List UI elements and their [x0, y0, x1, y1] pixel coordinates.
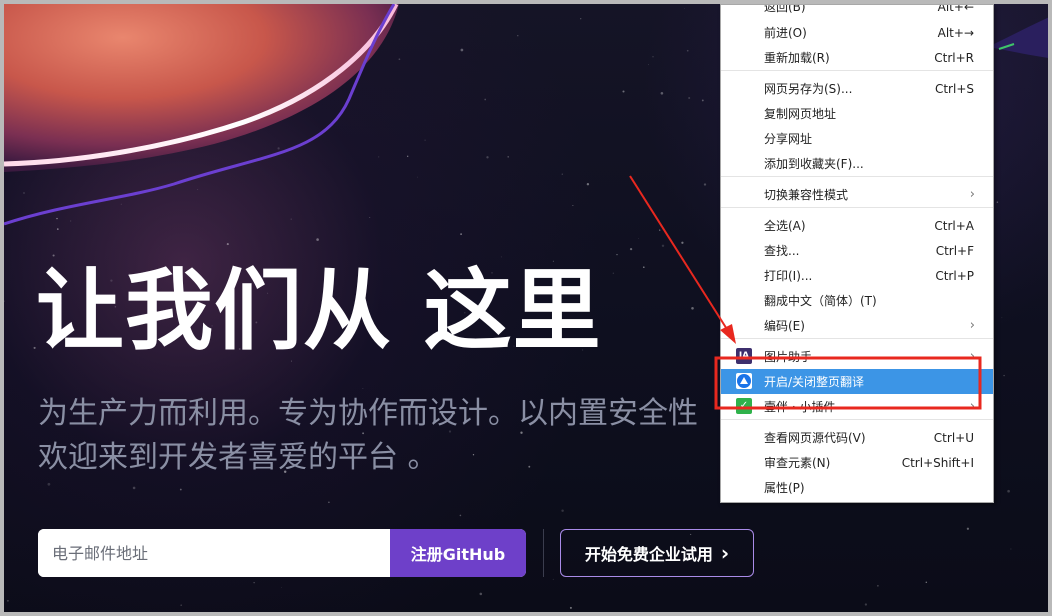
context-menu-item-page-translate[interactable]: 开启/关闭整页翻译: [721, 369, 993, 394]
menu-item-label: 复制网页地址: [764, 107, 837, 121]
menu-separator: [721, 338, 993, 339]
cta-divider: [543, 529, 544, 577]
enterprise-trial-button[interactable]: 开始免费企业试用 ›: [560, 529, 754, 577]
menu-item-label: 重新加载(R): [764, 51, 830, 65]
menu-item-shortcut: Ctrl+R: [934, 50, 974, 65]
menu-item-label: 添加到收藏夹(F)...: [764, 157, 864, 171]
menu-item-shortcut: Ctrl+A: [934, 218, 974, 233]
menu-item-label: 编码(E): [764, 319, 805, 333]
star: [310, 613, 311, 614]
menu-item-label: 网页另存为(S)...: [764, 82, 853, 96]
menu-item-label: 图片助手: [764, 350, 813, 364]
context-menu-item-view-source[interactable]: 查看网页源代码(V) Ctrl+U: [721, 425, 993, 450]
enterprise-trial-label: 开始免费企业试用: [584, 545, 713, 564]
context-menu-item-reload[interactable]: 重新加载(R) Ctrl+R: [721, 45, 993, 70]
signup-form: 注册GitHub: [38, 529, 526, 577]
hero-subtitle-line-2: 欢迎来到开发者喜爱的平台 。: [38, 440, 438, 475]
context-menu-item-select-all[interactable]: 全选(A) Ctrl+A: [721, 213, 993, 238]
menu-separator: [721, 419, 993, 420]
menu-item-label: 前进(O): [764, 26, 807, 40]
menu-item-label: 查找...: [764, 244, 800, 258]
menu-separator: [721, 207, 993, 208]
browser-viewport: 让我们从 这里 为生产力而利用。专为协作而设计。以内置安全性 欢迎来到开发者喜爱…: [0, 0, 1052, 616]
context-menu-item-share-url[interactable]: 分享网址: [721, 126, 993, 151]
context-menu-item-save-as[interactable]: 网页另存为(S)... Ctrl+S: [721, 76, 993, 101]
menu-item-shortcut: Alt+←: [937, 4, 974, 14]
menu-item-shortcut: Ctrl+F: [935, 243, 974, 258]
menu-item-label: 审查元素(N): [764, 456, 831, 470]
context-menu-item-compat-mode[interactable]: 切换兼容性模式 ›: [721, 182, 993, 207]
menu-item-label: 全选(A): [764, 219, 806, 233]
menu-item-label: 翻成中文（简体）(T): [764, 294, 877, 308]
menu-item-shortcut: Ctrl+U: [933, 430, 974, 445]
menu-item-label: 属性(P): [764, 481, 805, 495]
email-input[interactable]: [38, 529, 390, 577]
plugin-icon: ✓: [736, 398, 752, 414]
menu-item-shortcut: Ctrl+Shift+I: [901, 455, 974, 470]
menu-item-label: 壹伴 · 小插件: [764, 400, 836, 414]
context-menu: 返回(B) Alt+← 前进(O) Alt+→ 重新加载(R) Ctrl+R 网页另存为(S…: [720, 4, 994, 503]
context-menu-item-forward[interactable]: 前进(O) Alt+→: [721, 20, 993, 45]
context-menu-item-properties[interactable]: 属性(P): [721, 475, 993, 500]
menu-item-label: 返回(B): [764, 4, 806, 14]
context-menu-item-add-favorite[interactable]: 添加到收藏夹(F)...: [721, 151, 993, 176]
submenu-arrow-icon: ›: [969, 399, 975, 414]
menu-item-label: 打印(I)...: [764, 269, 813, 283]
submenu-arrow-icon: ›: [969, 349, 975, 364]
context-menu-item-image-helper[interactable]: IA 图片助手 ›: [721, 344, 993, 369]
menu-item-label: 开启/关闭整页翻译: [764, 375, 865, 389]
submenu-arrow-icon: ›: [969, 318, 975, 333]
context-menu-item-print[interactable]: 打印(I)... Ctrl+P: [721, 263, 993, 288]
chevron-right-icon: ›: [720, 541, 730, 565]
menu-item-shortcut: Ctrl+P: [935, 268, 974, 283]
translate-icon: [736, 373, 752, 389]
context-menu-item-copy-url[interactable]: 复制网页地址: [721, 101, 993, 126]
menu-item-shortcut: Ctrl+S: [934, 81, 974, 96]
submenu-arrow-icon: ›: [969, 187, 975, 202]
context-menu-item-find[interactable]: 查找... Ctrl+F: [721, 238, 993, 263]
menu-separator: [721, 176, 993, 177]
menu-item-label: 分享网址: [764, 132, 813, 146]
context-menu-item-inspect[interactable]: 审查元素(N) Ctrl+Shift+I: [721, 450, 993, 475]
hero-headline: 让我们从 这里: [36, 259, 602, 362]
context-menu-item-encoding[interactable]: 编码(E) ›: [721, 313, 993, 338]
hero-subtitle: 为生产力而利用。专为协作而设计。以内置安全性 欢迎来到开发者喜爱的平台 。: [38, 392, 728, 480]
context-menu-item-yiban-plugin[interactable]: ✓ 壹伴 · 小插件 ›: [721, 394, 993, 419]
hero-subtitle-line-1: 为生产力而利用。专为协作而设计。以内置安全性: [38, 396, 698, 431]
signup-github-button[interactable]: 注册GitHub: [390, 529, 526, 577]
menu-separator: [721, 70, 993, 71]
menu-item-label: 查看网页源代码(V): [764, 431, 866, 445]
menu-item-shortcut: Alt+→: [937, 25, 974, 40]
context-menu-item-back[interactable]: 返回(B) Alt+←: [721, 4, 993, 19]
image-helper-icon: IA: [736, 348, 752, 364]
context-menu-item-translate-zh[interactable]: 翻成中文（简体）(T): [721, 288, 993, 313]
menu-item-label: 切换兼容性模式: [764, 188, 849, 202]
